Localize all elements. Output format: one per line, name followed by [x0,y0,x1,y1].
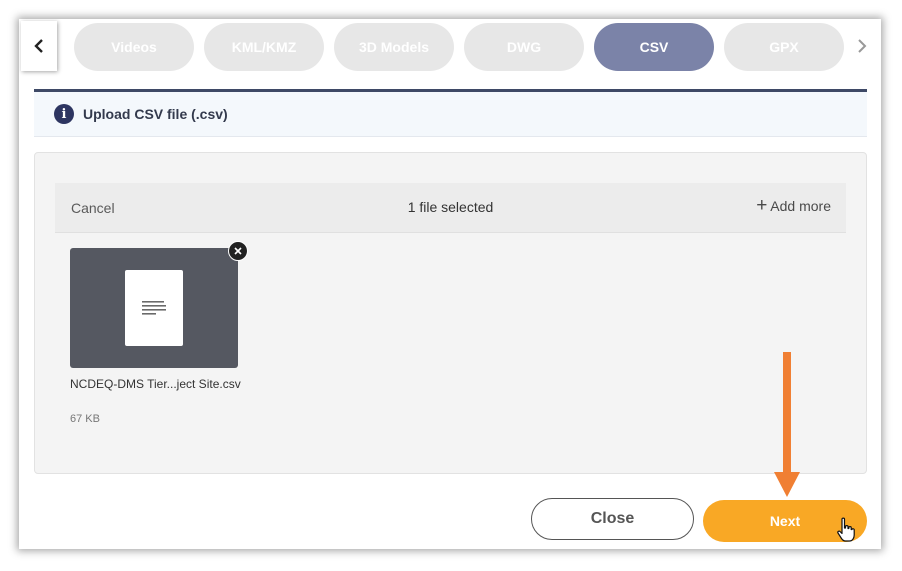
chevron-left-icon [34,39,43,53]
plus-icon: + [756,195,768,216]
add-more-button[interactable]: + Add more [756,195,831,216]
info-text: Upload CSV file (.csv) [83,106,228,122]
tab-label: KML/KMZ [231,39,297,55]
tab-label: CSV [639,39,669,55]
tab-label: GPX [769,39,799,55]
remove-file-button[interactable] [228,241,248,261]
close-icon [234,247,242,255]
file-upload-panel: Cancel 1 file selected + Add more NCDEQ-… [34,152,867,474]
info-banner: i Upload CSV file (.csv) [34,89,867,137]
file-count-status: 1 file selected [407,199,494,215]
arrow-down-icon [774,352,800,497]
tab-scroll-left-button[interactable] [21,21,57,71]
file-name: NCDEQ-DMS Tier...ject Site.csv [70,377,241,391]
close-button[interactable]: Close [531,498,694,540]
chevron-right-icon [858,39,867,53]
file-size: 67 KB [70,413,100,425]
tab-label: 3D Models [358,39,429,55]
tab-label: DWG [506,39,542,55]
tab-scroll-right-button[interactable] [851,33,873,59]
hand-pointer-icon [837,517,855,542]
tab-dwg[interactable]: DWG [464,23,584,71]
tab-3d-models[interactable]: 3D Models [334,23,454,71]
add-more-label: Add more [770,198,831,214]
tab-csv[interactable]: CSV [594,23,714,71]
file-preview [70,248,238,368]
document-icon [125,270,183,346]
tab-gpx[interactable]: GPX [724,23,844,71]
info-icon: i [54,104,74,124]
tab-label: Videos [111,39,157,55]
tab-videos[interactable]: Videos [74,23,194,71]
upload-panel-header: Cancel 1 file selected + Add more [55,183,846,233]
cancel-upload-button[interactable]: Cancel [71,200,115,216]
upload-dialog: Videos KML/KMZ 3D Models DWG CSV GPX i U… [19,19,881,549]
tab-kml-kmz[interactable]: KML/KMZ [204,23,324,71]
